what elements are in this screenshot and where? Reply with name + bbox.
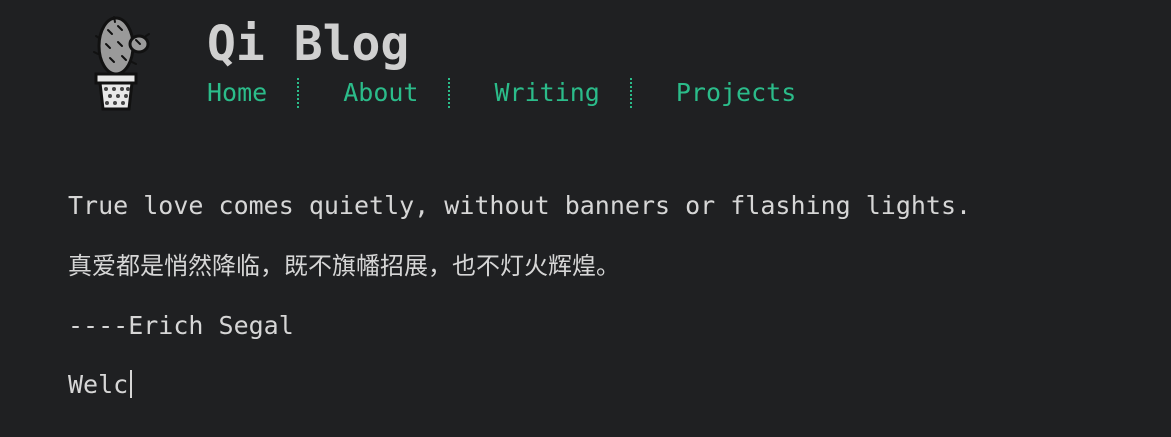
quote-english: True love comes quietly, without banners…: [68, 191, 972, 220]
text-cursor: [130, 370, 133, 398]
typed-text: Welc: [68, 370, 129, 399]
nav-about-link[interactable]: About: [343, 76, 418, 110]
nav-divider: [629, 78, 632, 108]
quote-attribution: ----Erich Segal: [68, 311, 294, 340]
site-logo[interactable]: [88, 14, 154, 114]
nav-divider: [297, 78, 300, 108]
quote-chinese: 真爱都是悄然降临，既不旗幡招展，也不灯火辉煌。: [68, 252, 620, 280]
site-title[interactable]: Qi Blog: [207, 14, 409, 74]
nav-divider: [448, 78, 451, 108]
main-nav: Home About Writing Projects: [207, 76, 796, 110]
nav-writing-link[interactable]: Writing: [494, 76, 599, 110]
cactus-icon: [93, 16, 150, 111]
nav-home-link[interactable]: Home: [207, 76, 267, 110]
typewriter-text: Welc: [68, 368, 133, 402]
nav-projects-link[interactable]: Projects: [676, 76, 796, 110]
